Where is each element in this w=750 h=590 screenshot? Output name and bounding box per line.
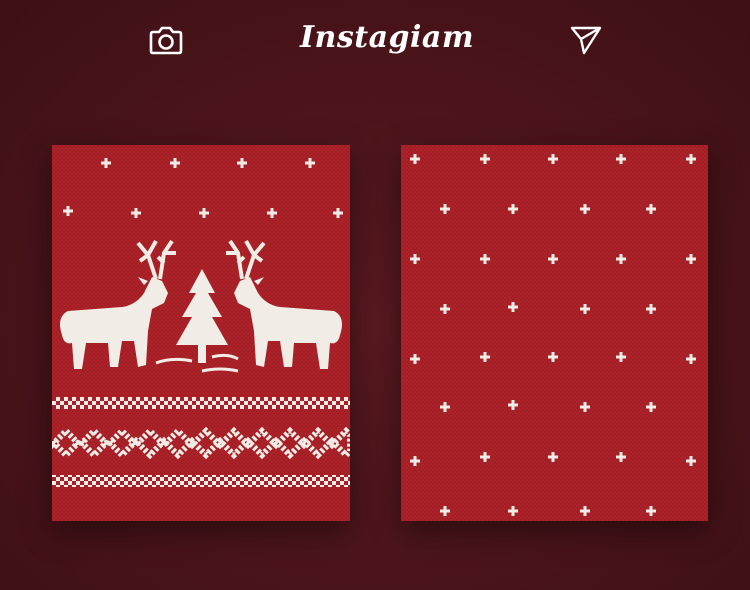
top-bar: Instagiam <box>0 0 750 80</box>
post-image-snowflakes[interactable] <box>401 145 708 521</box>
app-logo[interactable]: Instagiam <box>300 14 474 62</box>
send-icon <box>570 26 602 55</box>
camera-button[interactable] <box>146 20 186 60</box>
snowflake-knit-illustration <box>401 145 708 521</box>
post-image-reindeer[interactable] <box>52 145 350 521</box>
reindeer-knit-illustration <box>52 145 350 521</box>
camera-icon <box>149 26 183 55</box>
send-button[interactable] <box>566 20 606 60</box>
